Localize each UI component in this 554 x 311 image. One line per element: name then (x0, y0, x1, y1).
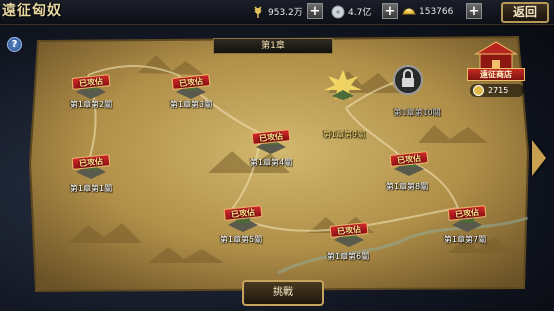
gold-resource: 153766 (402, 3, 453, 20)
food-amount: 953.2万 (268, 8, 303, 18)
lock-icon (393, 65, 423, 95)
next-chapter-arrow-icon[interactable] (532, 140, 546, 176)
stage-node-10[interactable] (388, 64, 438, 95)
stage-label-5: 第1章第5關 (219, 235, 263, 244)
silver-coin-icon (331, 5, 345, 18)
silver-resource: 4.7亿 (331, 3, 371, 20)
stage-label-4: 第1章第4關 (249, 158, 293, 167)
stage-label-6: 第1章第6關 (326, 252, 370, 261)
stage-node-8[interactable]: 已攻佔 (384, 147, 434, 177)
stage-node-3[interactable]: 已攻佔 (166, 70, 216, 100)
stage-node-7[interactable]: 已攻佔 (442, 203, 492, 233)
shop-currency: 2715 (470, 84, 524, 97)
stage-label-8: 第1章第8關 (385, 182, 429, 191)
wheat-icon (254, 6, 262, 18)
stage-node-5[interactable]: 已攻佔 (218, 203, 268, 233)
add-food-button[interactable]: + (307, 3, 323, 19)
stage-label-1: 第1章第1關 (69, 184, 113, 193)
gold-amount: 153766 (419, 6, 454, 17)
chapter-title: 第1章 (213, 38, 333, 54)
gold-ingot-icon (402, 8, 416, 14)
window-title: 遠征匈奴 (2, 3, 62, 19)
stage-node-4[interactable]: 已攻佔 (246, 125, 296, 155)
expedition-coin-icon (473, 85, 484, 96)
stage-node-1[interactable]: 已攻佔 (66, 150, 116, 180)
back-button[interactable]: 返回 (501, 2, 549, 23)
silver-amount: 4.7亿 (348, 8, 372, 18)
stage-node-2[interactable]: 已攻佔 (66, 70, 116, 100)
stage-label-2: 第1章第2關 (69, 100, 113, 109)
add-gold-button[interactable]: + (466, 3, 482, 19)
stage-label-3: 第1章第3關 (169, 100, 213, 109)
stage-node-9[interactable] (318, 70, 368, 100)
top-bar: 遠征匈奴 953.2万 + 4.7亿 + 153766 + 返回 (0, 0, 554, 25)
add-silver-button[interactable]: + (382, 3, 398, 19)
help-button[interactable]: ? (7, 37, 22, 52)
battle-burst-icon (324, 70, 362, 100)
shop-label[interactable]: 遠征商店 (467, 68, 525, 81)
stage-label-10: 第1章第10關 (393, 108, 441, 117)
stage-label-9: 第1章第9關 (322, 130, 366, 139)
stage-label-7: 第1章第7關 (443, 235, 487, 244)
expedition-screen: 遠征匈奴 953.2万 + 4.7亿 + 153766 + 返回 ? 第1章 已… (0, 0, 554, 311)
stage-node-6[interactable]: 已攻佔 (324, 218, 374, 248)
challenge-button[interactable]: 挑戰 (242, 280, 324, 306)
shop-currency-amount: 2715 (488, 86, 509, 95)
food-resource: 953.2万 (251, 3, 303, 20)
